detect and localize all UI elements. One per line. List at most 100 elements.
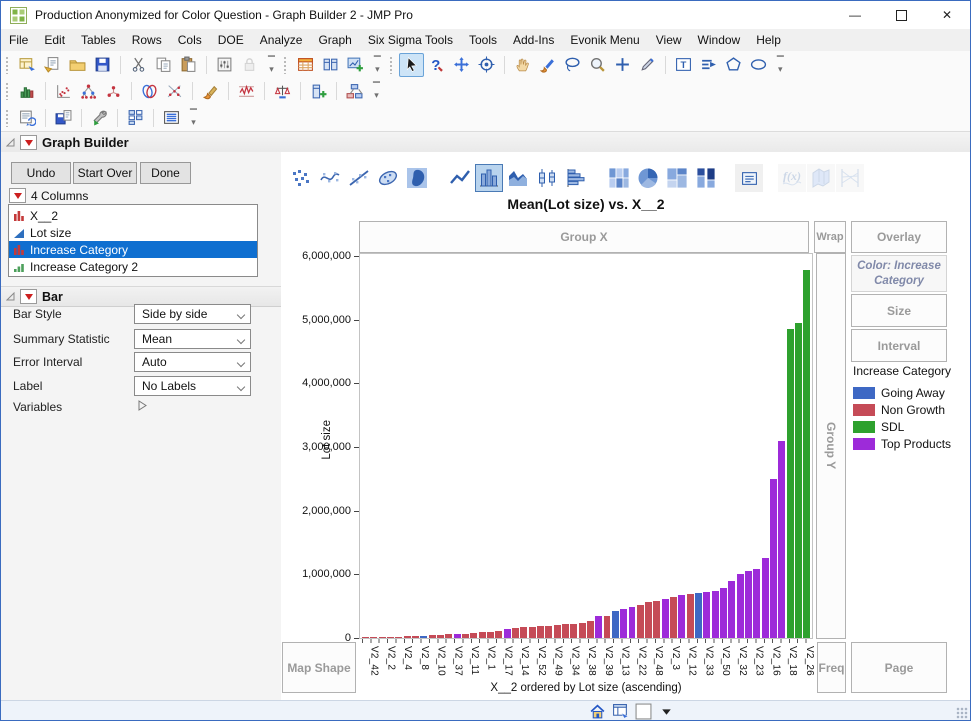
menu-item-analyze[interactable]: Analyze (252, 30, 311, 50)
bar-22-ng[interactable] (536, 626, 544, 638)
bar-45-tp[interactable] (728, 581, 736, 638)
menu-item-help[interactable]: Help (748, 30, 789, 50)
bar-39-tp[interactable] (678, 595, 686, 638)
distribution-icon[interactable] (15, 79, 40, 103)
caret-down-icon[interactable] (658, 703, 675, 720)
heatmap-element-icon[interactable] (605, 164, 633, 192)
bar-53-sdl[interactable] (795, 323, 803, 638)
size-drop-zone[interactable]: Size (851, 294, 947, 327)
toolbar-overflow-icon[interactable]: ▔ ▾ (190, 109, 197, 126)
label-select[interactable]: No Labels (134, 376, 251, 396)
data-table-icon[interactable] (293, 53, 318, 77)
bar-26-ng[interactable] (570, 624, 578, 638)
bar-36-ng[interactable] (653, 601, 661, 638)
layout-view-icon[interactable] (159, 106, 184, 130)
undo-button[interactable]: Undo (11, 162, 71, 184)
menu-item-six-sigma-tools[interactable]: Six Sigma Tools (360, 30, 461, 50)
toolbar-overflow-icon[interactable]: ▔ ▾ (373, 83, 380, 100)
summary-statistic-select[interactable]: Mean (134, 329, 251, 349)
histogram-element-icon[interactable] (562, 164, 590, 192)
y-axis-title[interactable]: Lot size (321, 420, 333, 460)
color-drop-zone[interactable]: Color: Increase Category (851, 255, 947, 292)
bar-54-sdl[interactable] (803, 270, 811, 638)
text-box-icon[interactable]: T (671, 53, 696, 77)
partition-icon[interactable] (342, 79, 367, 103)
bar-18-tp[interactable] (503, 629, 511, 638)
column-item-increase-category[interactable]: Increase Category (9, 241, 257, 258)
mosaic-element-icon[interactable] (692, 164, 720, 192)
bar-38-ng[interactable] (670, 597, 678, 638)
bar-3-ng[interactable] (378, 637, 386, 638)
menu-item-tables[interactable]: Tables (73, 30, 124, 50)
save-icon[interactable] (90, 53, 115, 77)
bar-47-tp[interactable] (745, 571, 753, 638)
bar-1-ng[interactable] (362, 637, 369, 638)
page-drop-zone[interactable]: Page (851, 642, 947, 693)
caption-box-element-icon[interactable] (735, 164, 763, 192)
bar-32-tp[interactable] (620, 609, 628, 638)
toolbar-grip[interactable] (5, 82, 10, 100)
bar-11-ng[interactable] (445, 634, 453, 638)
new-graph-icon[interactable] (343, 53, 368, 77)
menu-item-window[interactable]: Window (690, 30, 749, 50)
box-plot-element-icon[interactable] (533, 164, 561, 192)
bar-43-tp[interactable] (711, 591, 719, 638)
treemap-element-icon[interactable] (663, 164, 691, 192)
minimize-button[interactable]: — (832, 1, 878, 29)
freq-drop-zone[interactable]: Freq (817, 642, 846, 693)
column-item-increase-category-2[interactable]: Increase Category 2 (9, 258, 257, 275)
toolbar-grip[interactable] (282, 55, 288, 74)
bar-12-tp[interactable] (453, 634, 461, 638)
bar-10-ng[interactable] (436, 635, 444, 638)
columns-icon[interactable] (318, 53, 343, 77)
bar-51-tp[interactable] (778, 441, 786, 638)
column-item-x-2[interactable]: X__2 (9, 207, 257, 224)
new-window-icon[interactable] (15, 53, 40, 77)
points-element-icon[interactable] (287, 164, 315, 192)
bar-31-ga[interactable] (611, 611, 619, 638)
bar-20-ng[interactable] (520, 627, 528, 638)
move-icon[interactable] (449, 53, 474, 77)
save-session-icon[interactable] (51, 106, 76, 130)
menu-item-file[interactable]: File (1, 30, 36, 50)
toolbar-overflow-icon[interactable]: ▔ ▾ (374, 56, 381, 73)
bar-style-select[interactable]: Side by side (134, 304, 251, 324)
bar-27-ng[interactable] (578, 623, 586, 638)
hierarchical-cluster-icon[interactable] (76, 79, 101, 103)
toolbar-grip[interactable] (5, 55, 10, 74)
error-interval-select[interactable]: Auto (134, 352, 251, 372)
bar-14-ng[interactable] (470, 633, 478, 638)
legend-swatch[interactable] (853, 438, 875, 450)
bar-16-ng[interactable] (486, 632, 494, 638)
smoother-element-icon[interactable] (316, 164, 344, 192)
fit-y-by-x-icon[interactable] (51, 79, 76, 103)
control-chart-icon[interactable] (234, 79, 259, 103)
bar-37-tp[interactable] (661, 599, 669, 638)
red-triangle-menu-icon[interactable] (20, 289, 37, 304)
menu-item-edit[interactable]: Edit (36, 30, 73, 50)
bar-19-ng[interactable] (511, 628, 519, 638)
resize-grip[interactable] (956, 707, 968, 719)
interval-drop-zone[interactable]: Interval (851, 329, 947, 362)
bar-9-ng[interactable] (428, 635, 436, 638)
map-shape-drop-zone[interactable]: Map Shape (282, 642, 356, 693)
menu-item-add-ins[interactable]: Add-Ins (505, 30, 562, 50)
matched-pairs-icon[interactable] (137, 79, 162, 103)
preferences-icon[interactable] (212, 53, 237, 77)
cursor-icon[interactable] (398, 52, 424, 77)
menu-item-doe[interactable]: DOE (210, 30, 252, 50)
x-axis-title[interactable]: X__2 ordered by Lot size (ascending) (359, 682, 813, 694)
bar-element-icon[interactable] (475, 164, 503, 192)
bar-24-ng[interactable] (553, 625, 561, 638)
overlay-drop-zone[interactable]: Overlay (851, 221, 947, 253)
bar-41-ga[interactable] (695, 593, 703, 638)
legend-swatch[interactable] (853, 404, 875, 416)
menu-item-cols[interactable]: Cols (170, 30, 210, 50)
legend-item-top-products[interactable]: Top Products (853, 436, 965, 452)
bar-7-ng[interactable] (411, 636, 419, 638)
variables-expand-icon[interactable] (138, 400, 147, 414)
bar-4-ng[interactable] (386, 637, 394, 638)
bar-15-ng[interactable] (478, 632, 486, 638)
area-element-icon[interactable] (504, 164, 532, 192)
paste-icon[interactable] (176, 53, 201, 77)
